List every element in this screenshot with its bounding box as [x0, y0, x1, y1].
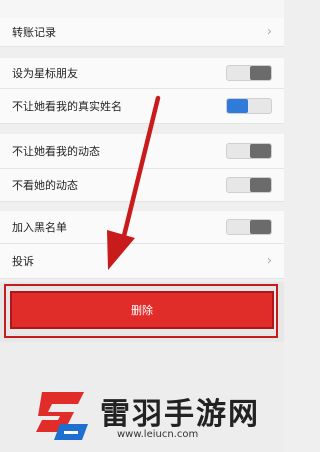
row-hide-real-name[interactable]: 不让她看我的真实姓名: [0, 89, 284, 124]
hide-her-moments-label: 不看她的动态: [12, 179, 78, 192]
row-hide-my-moments[interactable]: 不让她看我的动态: [0, 134, 284, 169]
chevron-right-icon: ›: [266, 253, 272, 269]
blacklist-label: 加入黑名单: [12, 221, 67, 234]
transfer-records-label: 转账记录: [12, 26, 56, 39]
row-blacklist[interactable]: 加入黑名单: [0, 211, 284, 244]
watermark-url: www.leiucn.com: [117, 429, 199, 440]
complaint-label: 投诉: [12, 255, 34, 268]
toggle-knob: [250, 66, 271, 80]
watermark-logo-icon: [36, 392, 88, 440]
row-complaint[interactable]: 投诉 ›: [0, 244, 284, 279]
toggle-knob: [250, 220, 271, 234]
blacklist-toggle[interactable]: [226, 219, 272, 235]
delete-button[interactable]: 删除: [10, 291, 274, 329]
star-friend-label: 设为星标朋友: [12, 67, 78, 80]
row-hide-her-moments[interactable]: 不看她的动态: [0, 169, 284, 202]
toggle-knob: [250, 178, 271, 192]
delete-section: 删除: [0, 282, 284, 342]
hide-real-name-label: 不让她看我的真实姓名: [12, 100, 122, 113]
top-strip: [0, 0, 284, 19]
hide-my-moments-toggle[interactable]: [226, 143, 272, 159]
toggle-knob: [250, 144, 271, 158]
hide-real-name-toggle[interactable]: [226, 98, 272, 114]
row-transfer-records[interactable]: 转账记录 ›: [0, 18, 284, 47]
star-friend-toggle[interactable]: [226, 65, 272, 81]
hide-her-moments-toggle[interactable]: [226, 177, 272, 193]
watermark-title: 雷羽手游网: [100, 397, 260, 432]
row-star-friend[interactable]: 设为星标朋友: [0, 58, 284, 89]
toggle-knob: [227, 99, 248, 113]
hide-my-moments-label: 不让她看我的动态: [12, 145, 100, 158]
chevron-right-icon: ›: [266, 24, 272, 40]
